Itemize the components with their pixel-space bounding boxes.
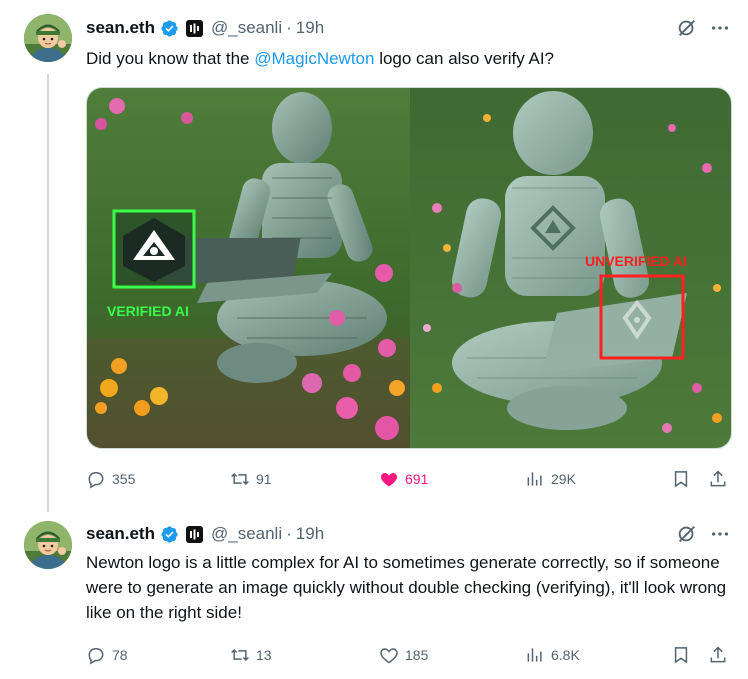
- bookmark-button[interactable]: [671, 643, 691, 667]
- unverified-label: UNVERIFIED AI: [585, 253, 687, 269]
- view-count: 6.8K: [551, 647, 580, 663]
- bookmark-button[interactable]: [671, 467, 691, 491]
- repost-icon: [231, 472, 249, 486]
- repost-button[interactable]: 13: [230, 643, 272, 667]
- bookmark-icon: [674, 647, 688, 664]
- separator-dot: ·: [286, 524, 292, 543]
- display-name[interactable]: sean.eth: [86, 18, 155, 38]
- views-icon: [527, 648, 542, 662]
- tweet-header: sean.eth @_seanli · 19h: [86, 524, 324, 544]
- share-button[interactable]: [708, 643, 728, 667]
- repost-icon: [231, 648, 249, 662]
- like-icon: [380, 473, 398, 487]
- verified-badge-icon: [160, 19, 179, 38]
- like-button[interactable]: 185: [379, 643, 428, 667]
- tweet-image[interactable]: VERIFIED AI UNVERIFIED AI: [86, 87, 732, 449]
- display-name[interactable]: sean.eth: [86, 524, 155, 544]
- bookmark-icon: [674, 471, 688, 488]
- mention-link[interactable]: @MagicNewton: [254, 49, 374, 68]
- more-icon[interactable]: [709, 17, 731, 39]
- tweet-text-end: logo can also verify AI?: [374, 49, 555, 68]
- repost-count: 13: [256, 647, 272, 663]
- more-icon[interactable]: [709, 523, 731, 545]
- avatar[interactable]: [24, 14, 72, 62]
- timestamp[interactable]: 19h: [296, 524, 324, 544]
- view-count: 29K: [551, 471, 576, 487]
- handle[interactable]: @_seanli: [211, 524, 282, 544]
- tweet-text: Did you know that the @MagicNewton logo …: [86, 46, 736, 71]
- reply-button[interactable]: 78: [86, 643, 128, 667]
- affiliate-badge-icon[interactable]: [185, 19, 203, 37]
- share-icon: [710, 646, 726, 663]
- timestamp[interactable]: 19h: [296, 18, 324, 38]
- tweet: sean.eth @_seanli · 19h Newton logo is a…: [0, 512, 748, 679]
- views-button[interactable]: 29K: [525, 467, 576, 491]
- grok-icon[interactable]: [676, 17, 698, 39]
- verified-overlay: [112, 209, 196, 289]
- share-button[interactable]: [708, 467, 728, 491]
- tweet-actions: 78 13 185 6.8K: [86, 643, 736, 667]
- avatar[interactable]: [24, 521, 72, 569]
- grok-icon[interactable]: [676, 523, 698, 545]
- tweet: sean.eth @_seanli · 19h Did you know tha…: [0, 0, 748, 512]
- like-icon: [380, 648, 398, 664]
- like-button[interactable]: 691: [379, 467, 428, 491]
- repost-count: 91: [256, 471, 272, 487]
- like-count: 691: [405, 471, 429, 487]
- handle[interactable]: @_seanli: [211, 18, 282, 38]
- reply-icon: [88, 648, 104, 665]
- tweet-header: sean.eth @_seanli · 19h: [86, 18, 324, 38]
- reply-button[interactable]: 355: [86, 467, 135, 491]
- share-icon: [710, 470, 726, 487]
- verified-label: VERIFIED AI: [107, 303, 189, 319]
- repost-button[interactable]: 91: [230, 467, 272, 491]
- tweet-text-start: Did you know that the: [86, 49, 255, 68]
- tweet-text: Newton logo is a little complex for AI t…: [86, 553, 727, 622]
- views-button[interactable]: 6.8K: [525, 643, 580, 667]
- reply-count: 78: [112, 647, 128, 663]
- reply-count: 355: [112, 471, 136, 487]
- views-icon: [527, 472, 542, 486]
- tweet-actions: 355 91 691 29K: [86, 467, 736, 491]
- separator-dot: ·: [286, 18, 292, 37]
- affiliate-badge-icon[interactable]: [185, 525, 203, 543]
- like-count: 185: [405, 647, 429, 663]
- reply-icon: [88, 472, 104, 489]
- verified-badge-icon: [160, 525, 179, 544]
